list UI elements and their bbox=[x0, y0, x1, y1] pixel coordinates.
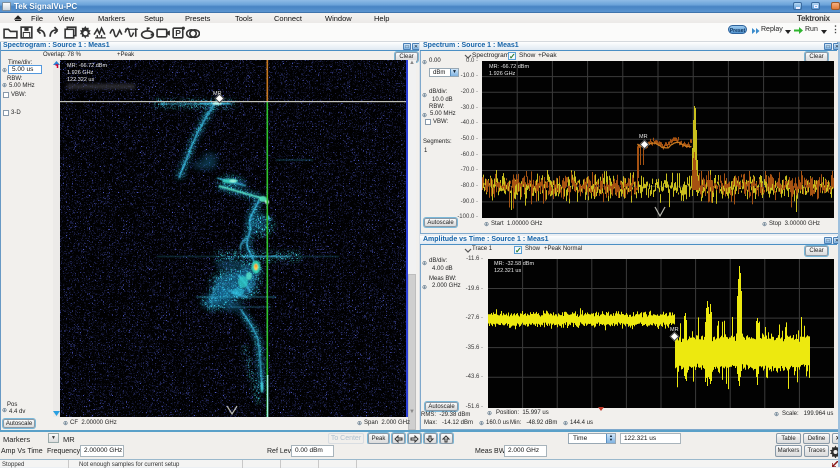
svg-text:P: P bbox=[175, 28, 181, 38]
